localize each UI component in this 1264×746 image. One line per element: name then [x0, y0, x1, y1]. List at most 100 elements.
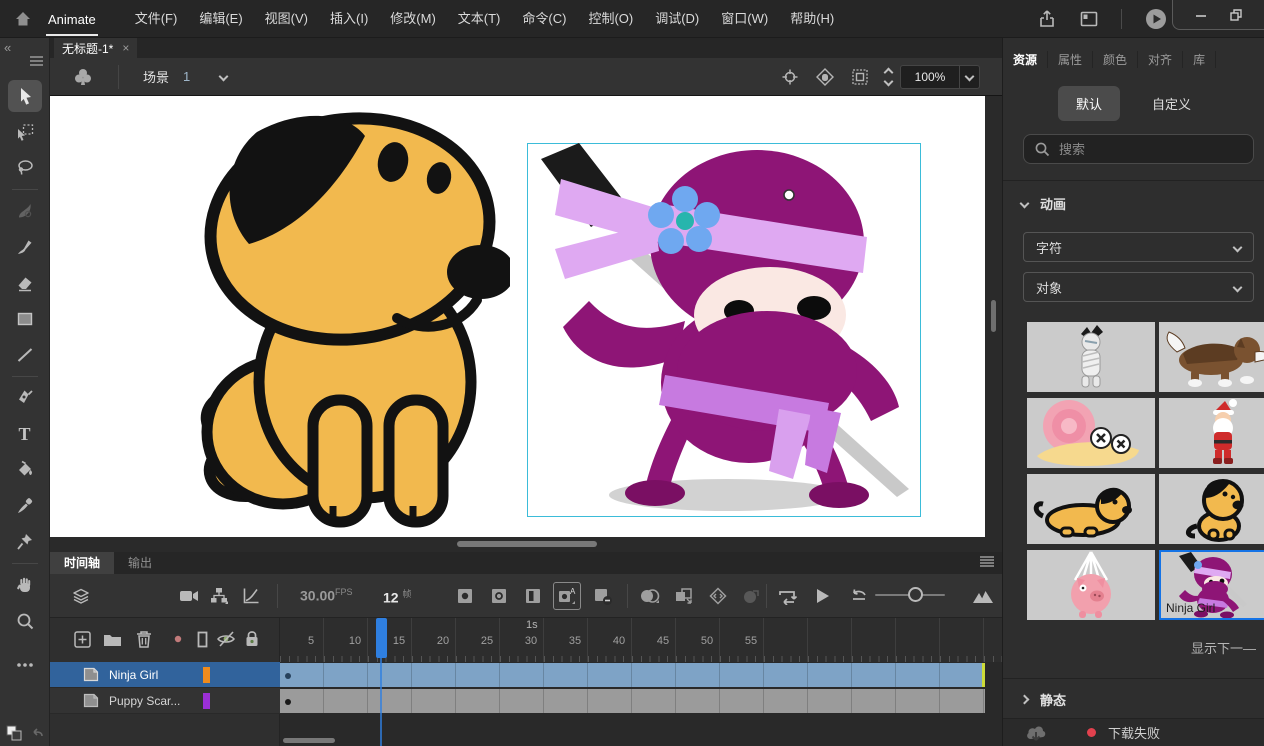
lasso-tool[interactable] — [8, 152, 42, 184]
menu-edit[interactable]: 编辑(E) — [188, 0, 253, 38]
menu-file[interactable]: 文件(F) — [124, 0, 189, 38]
home-button[interactable] — [0, 9, 46, 29]
asset-thumbnail-ninja-girl[interactable]: Ninja Girl — [1159, 550, 1264, 620]
menu-debug[interactable]: 调试(D) — [644, 0, 710, 38]
outline-layers-toggle[interactable] — [192, 629, 212, 649]
vertical-scroll-thumb[interactable] — [991, 300, 996, 332]
horizontal-scroll-thumb[interactable] — [457, 541, 597, 547]
modify-markers-icon[interactable] — [707, 585, 729, 607]
stage-vertical-scrollbar[interactable] — [985, 96, 1002, 537]
camera-icon[interactable] — [178, 585, 200, 607]
tab-output[interactable]: 输出 — [114, 552, 166, 574]
menu-modify[interactable]: 修改(M) — [379, 0, 447, 38]
asset-search[interactable] — [1023, 134, 1254, 164]
paste-frames-icon[interactable] — [740, 585, 762, 607]
insert-keyframe-icon[interactable] — [454, 585, 476, 607]
tab-color[interactable]: 颜色 — [1093, 51, 1138, 68]
lock-layers-toggle[interactable] — [242, 629, 262, 649]
menu-help[interactable]: 帮助(H) — [779, 0, 845, 38]
stage-horizontal-scrollbar[interactable] — [50, 537, 1002, 552]
menu-commands[interactable]: 命令(C) — [511, 0, 577, 38]
ninja-girl-artwork[interactable] — [527, 143, 921, 517]
layer-row-ninja-girl[interactable]: Ninja Girl — [50, 662, 280, 688]
new-layer-button[interactable] — [72, 629, 92, 649]
frame-ruler[interactable]: 1s 5 10 15 20 25 30 35 40 45 50 55 — [280, 618, 1002, 662]
share-icon[interactable] — [1037, 9, 1057, 29]
center-stage-icon[interactable] — [781, 68, 799, 86]
paint-bucket-tool[interactable] — [8, 454, 42, 486]
asset-thumbnail-mummy[interactable] — [1027, 322, 1155, 392]
document-tab[interactable]: 无标题-1* × — [54, 38, 137, 58]
layer-depth-icon[interactable] — [70, 585, 92, 607]
asset-thumbnail-santa[interactable] — [1159, 398, 1264, 468]
more-tools-button[interactable] — [8, 649, 42, 681]
asset-thumbnail-wolf[interactable] — [1159, 322, 1264, 392]
layer-color-chip[interactable] — [203, 667, 210, 683]
playhead[interactable] — [376, 618, 387, 658]
subselection-tool[interactable] — [8, 116, 42, 148]
new-folder-button[interactable] — [102, 629, 122, 649]
frame-track-ninja[interactable] — [280, 662, 1002, 688]
menu-text[interactable]: 文本(T) — [447, 0, 512, 38]
asset-thumbnail-puppy-sitting[interactable] — [1159, 474, 1264, 544]
pen-tool[interactable] — [8, 382, 42, 414]
object-dropdown[interactable]: 对象 — [1023, 272, 1254, 302]
hide-layers-toggle[interactable] — [216, 629, 236, 649]
resize-timeline-view-icon[interactable] — [972, 585, 994, 607]
timeline-frames-area[interactable]: 1s 5 10 15 20 25 30 35 40 45 50 55 — [280, 618, 1002, 746]
menu-insert[interactable]: 插入(I) — [319, 0, 379, 38]
zoom-control[interactable]: 100% — [900, 65, 980, 89]
play-button[interactable] — [812, 585, 834, 607]
zoom-stepper[interactable] — [885, 69, 892, 85]
frame-rate[interactable]: 30.00FPS — [300, 587, 353, 604]
highlight-layers-toggle[interactable] — [168, 629, 188, 649]
animation-section-header[interactable]: 动画 — [1021, 194, 1066, 213]
timeline-zoom-slider-thumb[interactable] — [908, 587, 923, 602]
graph-editor-icon[interactable] — [240, 585, 262, 607]
hand-tool[interactable] — [8, 569, 42, 601]
line-tool[interactable] — [8, 339, 42, 371]
symbol-icon[interactable] — [72, 66, 94, 88]
layer-color-chip[interactable] — [203, 693, 210, 709]
menu-window[interactable]: 窗口(W) — [710, 0, 779, 38]
default-mode-button[interactable]: 默认 — [1058, 86, 1120, 121]
close-tab-icon[interactable]: × — [122, 41, 129, 55]
layer-row-puppy[interactable]: Puppy Scar... — [50, 688, 280, 714]
onion-skin-icon[interactable] — [639, 585, 661, 607]
zoom-value[interactable]: 100% — [901, 70, 959, 84]
classic-brush-tool[interactable] — [8, 231, 42, 263]
tab-library[interactable]: 库 — [1183, 51, 1216, 68]
scene-dropdown-icon[interactable] — [219, 72, 229, 82]
rectangle-tool[interactable] — [8, 303, 42, 335]
fluid-brush-tool[interactable] — [8, 195, 42, 227]
menu-control[interactable]: 控制(O) — [577, 0, 644, 38]
insert-frame-icon[interactable] — [522, 585, 544, 607]
eraser-tool[interactable] — [8, 267, 42, 299]
fill-stroke-swatches-icon[interactable] — [5, 724, 23, 742]
frame-track-puppy[interactable] — [280, 688, 1002, 713]
static-section-header[interactable]: 静态 — [1021, 690, 1066, 709]
custom-mode-button[interactable]: 自定义 — [1134, 86, 1209, 121]
tab-assets[interactable]: 资源 — [1003, 51, 1048, 68]
restore-window-icon[interactable] — [1229, 8, 1243, 22]
timeline-horizontal-scroll-thumb[interactable] — [283, 738, 335, 743]
tab-timeline[interactable]: 时间轴 — [50, 552, 114, 574]
auto-keyframe-toggle[interactable]: A — [553, 582, 581, 610]
delete-layer-button[interactable] — [134, 629, 154, 649]
puppy-artwork[interactable] — [165, 104, 510, 536]
stage-canvas[interactable] — [50, 96, 985, 537]
loop-playback-icon[interactable] — [776, 585, 798, 607]
search-input[interactable] — [1059, 142, 1243, 157]
zoom-tool[interactable] — [8, 605, 42, 637]
minimize-icon[interactable] — [1194, 8, 1208, 22]
timeline-panel-menu-icon[interactable] — [980, 556, 994, 567]
current-frame[interactable]: 12 帧 — [383, 587, 411, 606]
app-name[interactable]: Animate — [46, 2, 98, 36]
tab-properties[interactable]: 属性 — [1048, 51, 1093, 68]
selection-tool[interactable] — [8, 80, 42, 112]
cloud-download-icon[interactable] — [1025, 723, 1047, 743]
return-to-first-frame-icon[interactable] — [848, 585, 870, 607]
tab-align[interactable]: 对齐 — [1138, 51, 1183, 68]
rotate-stage-icon[interactable] — [815, 67, 835, 87]
layer-parenting-icon[interactable] — [208, 585, 230, 607]
